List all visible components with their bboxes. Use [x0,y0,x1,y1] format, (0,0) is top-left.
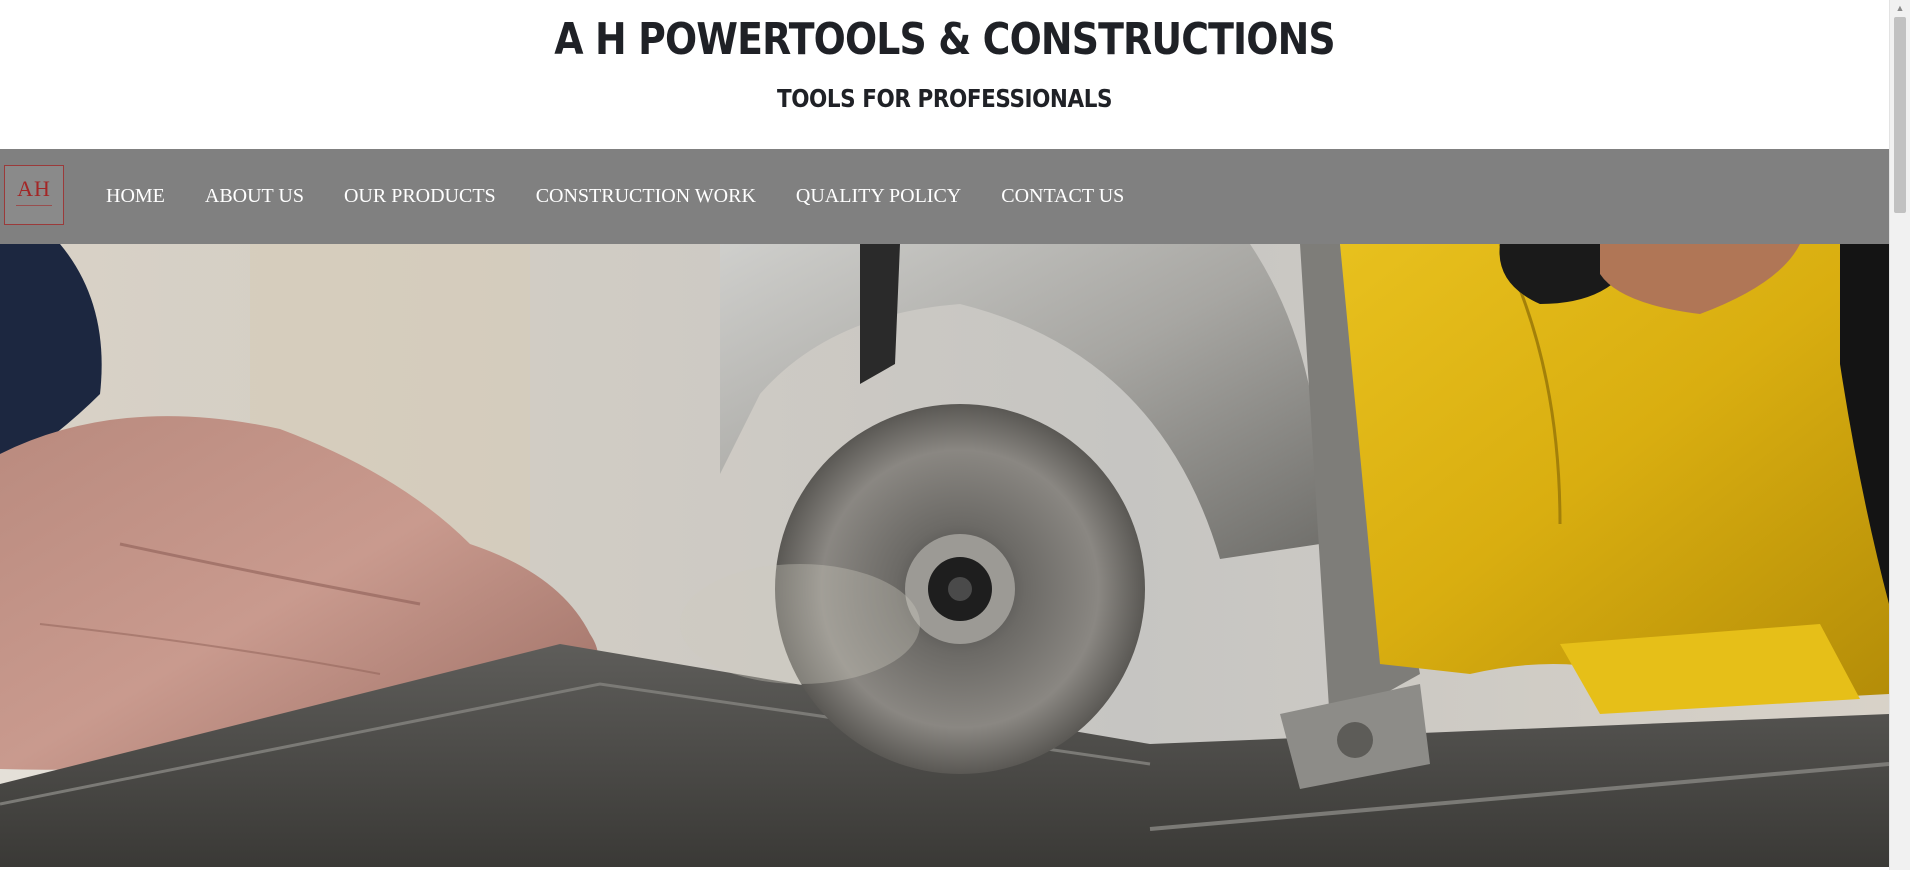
scroll-up-arrow-icon[interactable]: ▲ [1890,0,1910,17]
site-tagline: TOOLS FOR PROFESSIONALS [776,84,1113,113]
logo-underline [16,205,52,206]
nav-menu: HOME ABOUT US OUR PRODUCTS CONSTRUCTION … [106,149,1164,244]
hero-image-circular-saw [0,244,1889,867]
nav-item-construction-work[interactable]: CONSTRUCTION WORK [536,185,756,208]
nav-item-about-us[interactable]: ABOUT US [205,185,304,208]
logo-text: AH [17,176,51,201]
main-navigation-bar: AH HOME ABOUT US OUR PRODUCTS CONSTRUCTI… [0,149,1889,244]
site-header: A H POWERTOOLS & CONSTRUCTIONS TOOLS FOR… [0,0,1889,149]
scroll-thumb[interactable] [1894,17,1906,213]
site-logo[interactable]: AH [4,165,64,225]
hero-banner [0,244,1889,867]
page-scrollbar[interactable]: ▲ [1889,0,1910,870]
nav-item-quality-policy[interactable]: QUALITY POLICY [796,185,961,208]
page: A H POWERTOOLS & CONSTRUCTIONS TOOLS FOR… [0,0,1889,870]
nav-item-our-products[interactable]: OUR PRODUCTS [344,185,496,208]
nav-item-home[interactable]: HOME [106,185,165,208]
site-title: A H POWERTOOLS & CONSTRUCTIONS [554,14,1335,65]
nav-item-contact-us[interactable]: CONTACT US [1001,185,1124,208]
